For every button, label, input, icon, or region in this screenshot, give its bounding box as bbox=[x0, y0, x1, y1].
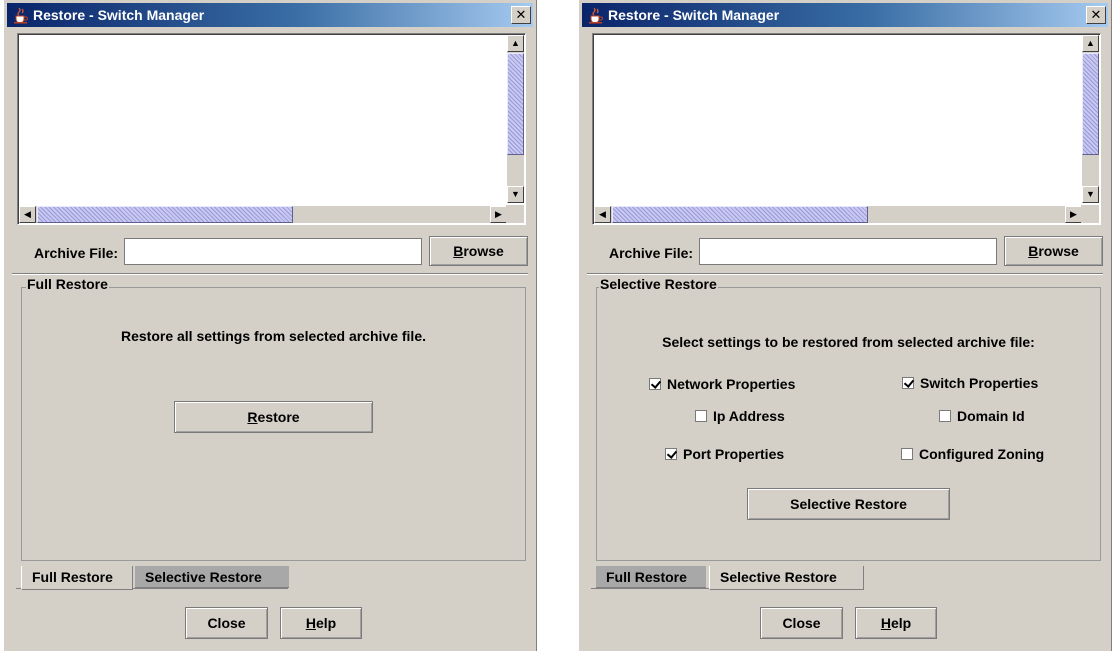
tab-full-restore[interactable]: Full Restore bbox=[21, 566, 133, 590]
archive-file-label: Archive File: bbox=[609, 245, 694, 261]
tab-selective-restore[interactable]: Selective Restore bbox=[709, 566, 864, 590]
close-icon: ✕ bbox=[515, 7, 527, 22]
scroll-up-button[interactable]: ▲ bbox=[1082, 35, 1099, 52]
horizontal-scroll-thumb[interactable] bbox=[612, 206, 868, 223]
window-title: Restore - Switch Manager bbox=[608, 7, 780, 23]
scroll-right-button[interactable]: ▶ bbox=[490, 206, 507, 223]
arrow-down-icon: ▼ bbox=[1086, 189, 1095, 199]
panel-description: Restore all settings from selected archi… bbox=[120, 328, 426, 344]
checkbox-checked-icon[interactable] bbox=[902, 377, 914, 389]
scroll-down-button[interactable]: ▼ bbox=[1082, 186, 1099, 203]
log-text-area[interactable]: ▲ ▼ ◀ ▶ bbox=[17, 33, 526, 225]
browse-label-mnemonic: B bbox=[453, 243, 464, 259]
scrollbar-corner bbox=[1081, 205, 1099, 223]
restore-button[interactable]: Restore bbox=[174, 401, 373, 433]
checkbox-checked-icon[interactable] bbox=[665, 448, 677, 460]
archive-file-label: Archive File: bbox=[34, 245, 119, 261]
panel-description: Select settings to be restored from sele… bbox=[662, 334, 1035, 350]
checkbox-label: Domain Id bbox=[957, 408, 1025, 424]
java-cup-icon bbox=[14, 7, 28, 24]
arrow-up-icon: ▲ bbox=[1086, 38, 1095, 48]
vertical-scroll-thumb[interactable] bbox=[507, 53, 524, 155]
window-title: Restore - Switch Manager bbox=[33, 7, 205, 23]
arrow-left-icon: ◀ bbox=[599, 209, 606, 219]
arrow-up-icon: ▲ bbox=[511, 38, 520, 48]
checkbox-network-properties[interactable]: Network Properties bbox=[649, 375, 795, 393]
checkbox-label: Port Properties bbox=[683, 446, 785, 462]
scroll-down-button[interactable]: ▼ bbox=[507, 186, 524, 203]
browse-label: rowse bbox=[463, 243, 504, 259]
scrollbar-corner bbox=[506, 205, 524, 223]
horizontal-scroll-thumb[interactable] bbox=[37, 206, 293, 223]
close-button[interactable]: Close bbox=[760, 607, 843, 639]
checkbox-label: Network Properties bbox=[667, 376, 796, 392]
scroll-up-button[interactable]: ▲ bbox=[507, 35, 524, 52]
horizontal-scrollbar[interactable]: ◀ ▶ bbox=[594, 206, 1082, 223]
divider bbox=[12, 273, 528, 275]
checkbox-label: Ip Address bbox=[713, 408, 785, 424]
help-label: elp bbox=[890, 615, 912, 631]
arrow-right-icon: ▶ bbox=[495, 209, 502, 219]
tab-selective-restore[interactable]: Selective Restore bbox=[135, 566, 289, 588]
browse-button[interactable]: Browse bbox=[429, 236, 528, 266]
vertical-scrollbar[interactable]: ▲ ▼ bbox=[1082, 35, 1099, 203]
restore-label: estore bbox=[257, 409, 300, 425]
checkbox-unchecked-icon[interactable] bbox=[901, 448, 913, 460]
arrow-down-icon: ▼ bbox=[511, 189, 520, 199]
close-window-button[interactable]: ✕ bbox=[511, 6, 531, 24]
java-cup-icon bbox=[589, 7, 603, 24]
checkbox-switch-properties[interactable]: Switch Properties bbox=[902, 374, 1038, 392]
close-button[interactable]: Close bbox=[185, 607, 268, 639]
checkbox-configured-zoning[interactable]: Configured Zoning bbox=[901, 445, 1044, 463]
restore-mnemonic: R bbox=[247, 409, 258, 425]
checkbox-domain-id[interactable]: Domain Id bbox=[939, 407, 1025, 425]
checkbox-unchecked-icon[interactable] bbox=[695, 410, 707, 422]
horizontal-scrollbar[interactable]: ◀ ▶ bbox=[19, 206, 507, 223]
help-mnemonic: H bbox=[880, 615, 891, 631]
help-button[interactable]: Help bbox=[280, 607, 362, 639]
browse-button[interactable]: Browse bbox=[1004, 236, 1103, 266]
panel-legend: Selective Restore bbox=[599, 276, 718, 292]
checkbox-label: Switch Properties bbox=[920, 375, 1039, 391]
scroll-left-button[interactable]: ◀ bbox=[19, 206, 36, 223]
checkbox-port-properties[interactable]: Port Properties bbox=[665, 445, 784, 463]
log-text-area[interactable]: ▲ ▼ ◀ ▶ bbox=[592, 33, 1101, 225]
archive-file-input[interactable] bbox=[699, 238, 997, 265]
title-bar[interactable]: Restore - Switch Manager ✕ bbox=[582, 3, 1108, 27]
selective-restore-button[interactable]: Selective Restore bbox=[747, 488, 950, 520]
scroll-left-button[interactable]: ◀ bbox=[594, 206, 611, 223]
arrow-left-icon: ◀ bbox=[24, 209, 31, 219]
panel-legend: Full Restore bbox=[26, 276, 109, 292]
arrow-right-icon: ▶ bbox=[1070, 209, 1077, 219]
checkbox-label: Configured Zoning bbox=[919, 446, 1045, 462]
restore-window-selective: Restore - Switch Manager ✕ ▲ ▼ ◀ ▶ Archi… bbox=[578, 0, 1112, 651]
scroll-right-button[interactable]: ▶ bbox=[1065, 206, 1082, 223]
vertical-scroll-thumb[interactable] bbox=[1082, 53, 1099, 155]
checkbox-unchecked-icon[interactable] bbox=[939, 410, 951, 422]
close-window-button[interactable]: ✕ bbox=[1086, 6, 1106, 24]
restore-window-full: Restore - Switch Manager ✕ ▲ ▼ ◀ ▶ Archi… bbox=[3, 0, 537, 651]
help-button[interactable]: Help bbox=[855, 607, 937, 639]
browse-label: rowse bbox=[1038, 243, 1079, 259]
title-bar[interactable]: Restore - Switch Manager ✕ bbox=[7, 3, 533, 27]
checkbox-ip-address[interactable]: Ip Address bbox=[695, 407, 785, 425]
archive-file-input[interactable] bbox=[124, 238, 422, 265]
vertical-scrollbar[interactable]: ▲ ▼ bbox=[507, 35, 524, 203]
help-mnemonic: H bbox=[305, 615, 316, 631]
checkbox-checked-icon[interactable] bbox=[649, 378, 661, 390]
tab-full-restore[interactable]: Full Restore bbox=[596, 566, 706, 588]
browse-label-mnemonic: B bbox=[1028, 243, 1039, 259]
close-icon: ✕ bbox=[1090, 7, 1102, 22]
divider bbox=[587, 273, 1103, 275]
help-label: elp bbox=[315, 615, 337, 631]
